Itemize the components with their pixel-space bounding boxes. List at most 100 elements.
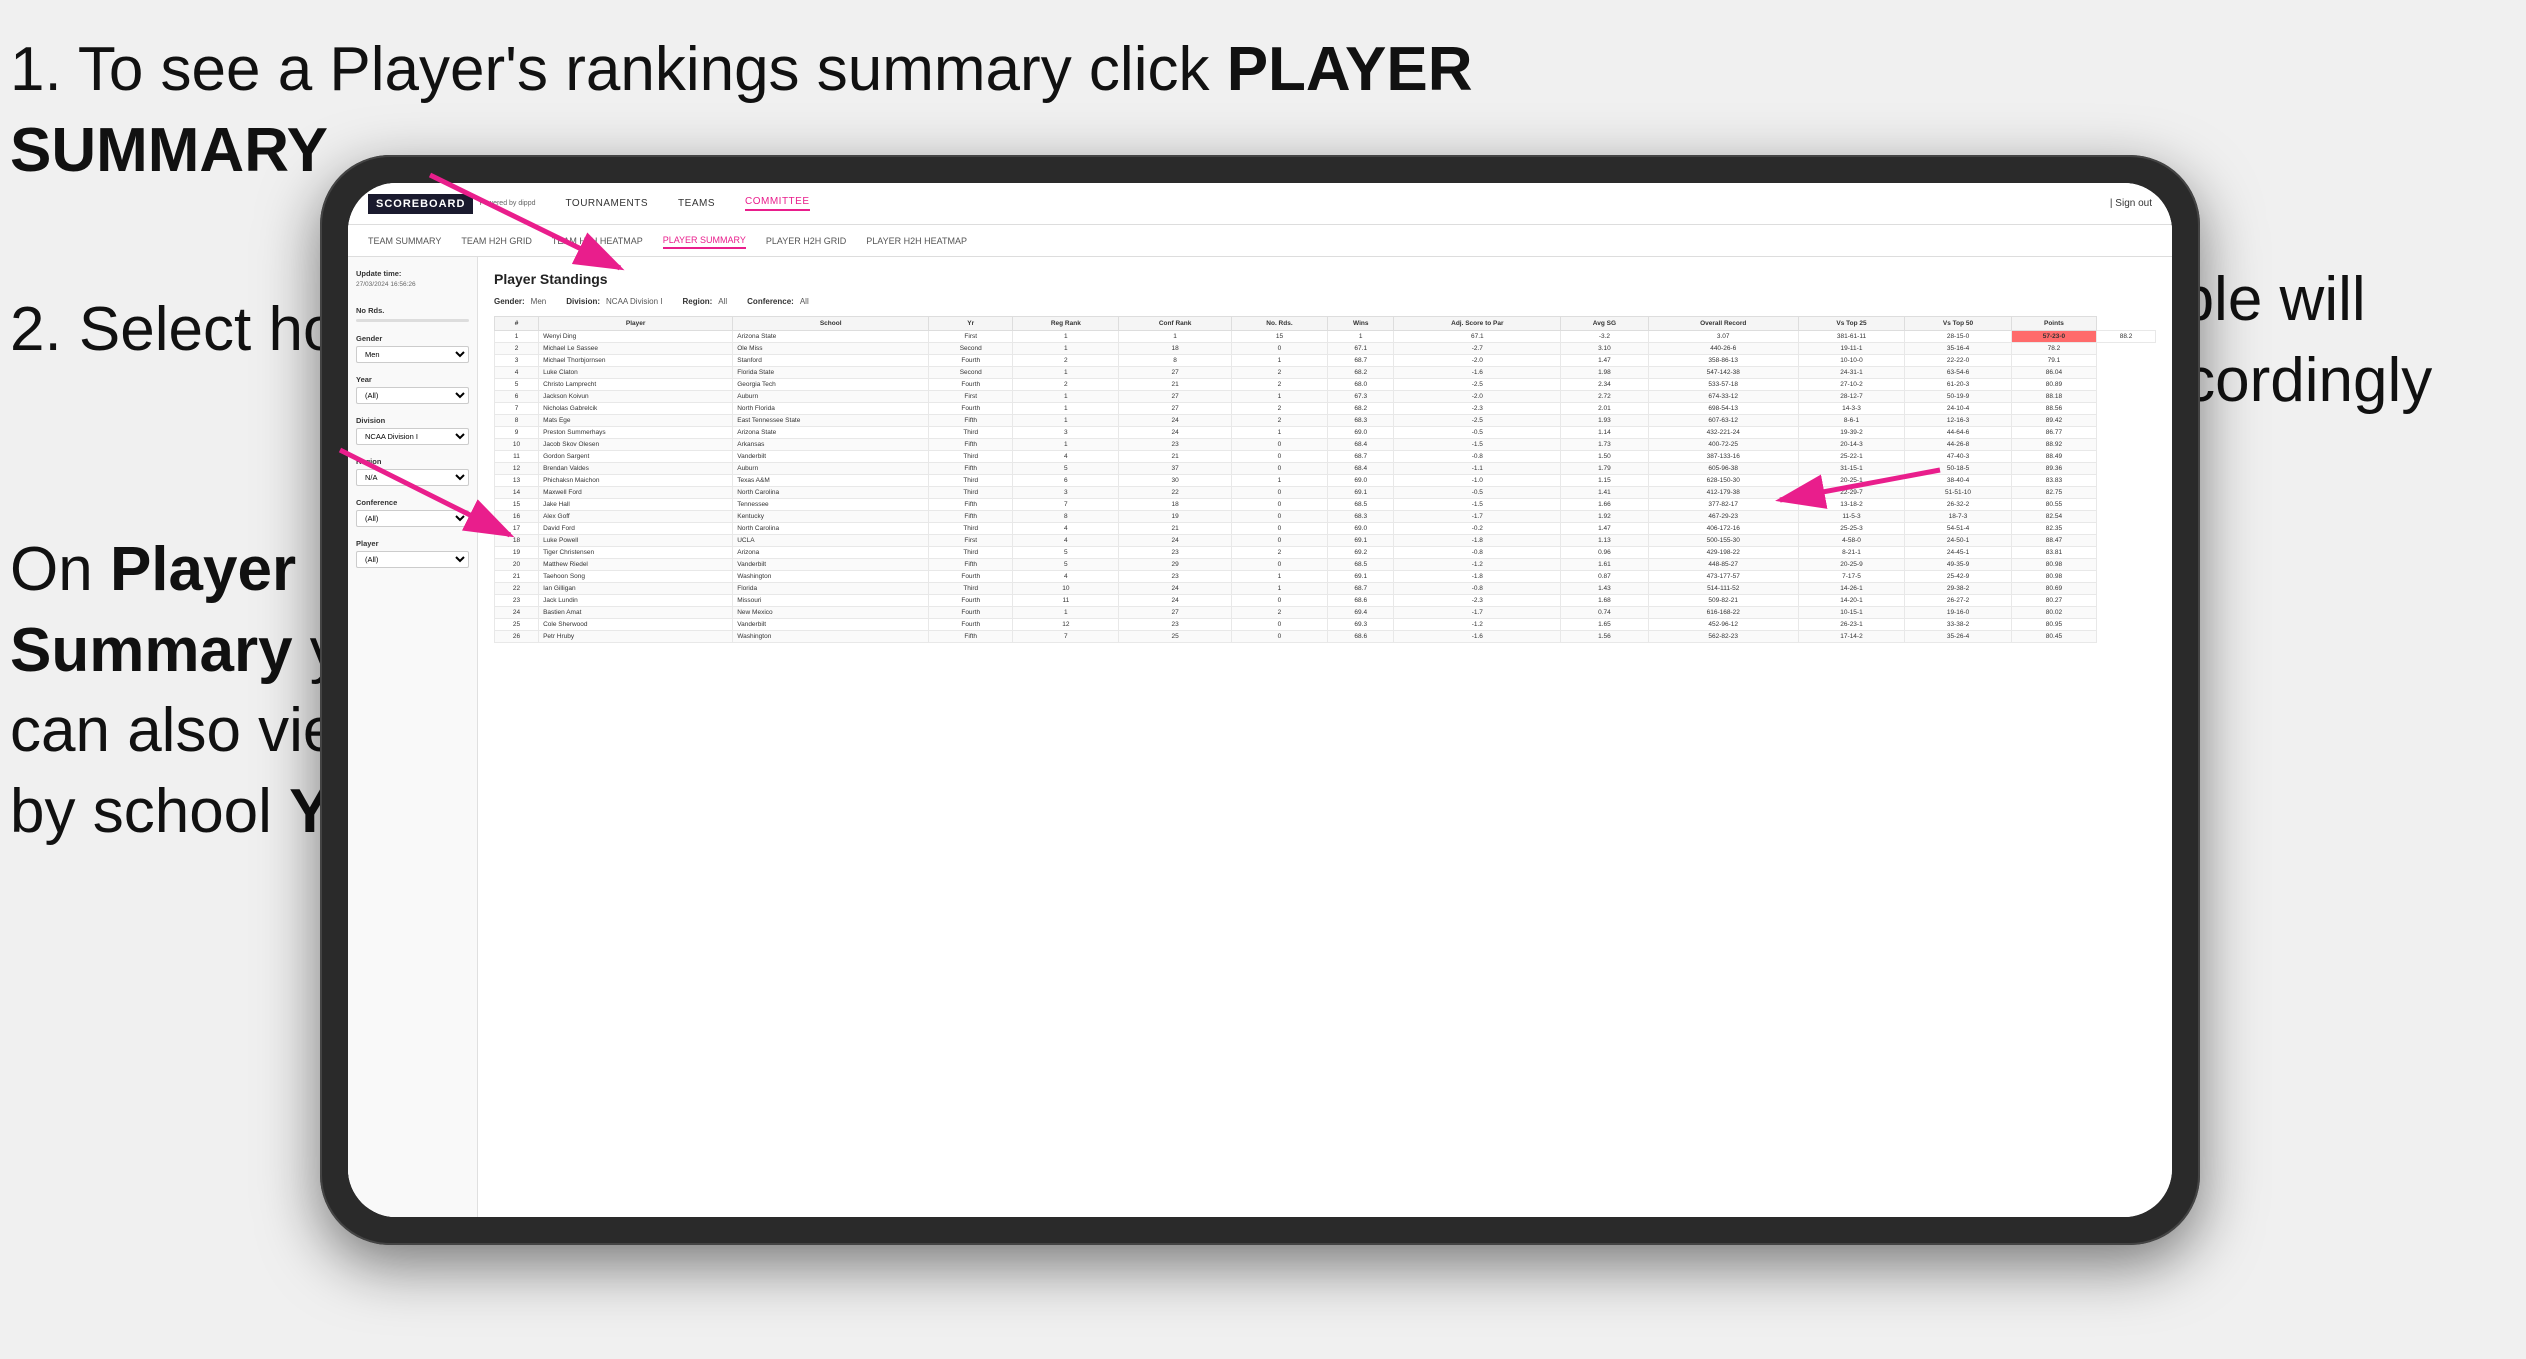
col-no-rds: No. Rds. <box>1231 317 1327 331</box>
tablet-frame: SCOREBOARD Powered by dippd TOURNAMENTS … <box>320 155 2200 1245</box>
filter-division-value: NCAA Division I <box>606 297 662 306</box>
filter-gender-label: Gender: <box>494 297 525 306</box>
table-row: 16Alex GoffKentuckyFifth819068.3-1.71.92… <box>495 511 2156 523</box>
subnav-player-summary[interactable]: PLAYER SUMMARY <box>663 233 746 249</box>
table-row: 19Tiger ChristensenArizonaThird523269.2-… <box>495 547 2156 559</box>
col-wins: Wins <box>1328 317 1394 331</box>
table-row: 3Michael ThorbjornsenStanfordFourth28168… <box>495 355 2156 367</box>
sidebar-player-section: Player (All) <box>356 539 469 568</box>
nav-right: | Sign out <box>2110 198 2152 209</box>
col-school: School <box>733 317 929 331</box>
content-panel: Player Standings Gender: Men Division: N… <box>478 257 2172 1217</box>
col-player: Player <box>539 317 733 331</box>
tablet-screen: SCOREBOARD Powered by dippd TOURNAMENTS … <box>348 183 2172 1217</box>
logo-text: SCOREBOARD <box>376 198 465 210</box>
sidebar-conference-section: Conference (All) <box>356 498 469 527</box>
sidebar-year-section: Year (All) First Second Third Fourth Fif… <box>356 375 469 404</box>
table-row: 17David FordNorth CarolinaThird421069.0-… <box>495 523 2156 535</box>
sub-nav: TEAM SUMMARY TEAM H2H GRID TEAM H2H HEAT… <box>348 225 2172 257</box>
filter-region: Region: All <box>682 297 727 306</box>
col-avg-sg: Avg SG <box>1561 317 1649 331</box>
subnav-team-summary[interactable]: TEAM SUMMARY <box>368 234 441 248</box>
year-select[interactable]: (All) First Second Third Fourth Fifth <box>356 387 469 404</box>
table-row: 20Matthew RiedelVanderbiltFifth529068.5-… <box>495 559 2156 571</box>
filter-region-value: All <box>718 297 727 306</box>
app-container: SCOREBOARD Powered by dippd TOURNAMENTS … <box>348 183 2172 1217</box>
filter-gender: Gender: Men <box>494 297 546 306</box>
table-row: 4Luke ClatonFlorida StateSecond127268.2-… <box>495 367 2156 379</box>
col-reg-rank: Reg Rank <box>1013 317 1119 331</box>
slider-container <box>356 319 469 322</box>
col-vs-top50: Vs Top 50 <box>1905 317 2012 331</box>
table-row: 1Wenyi DingArizona StateFirst1115167.1-3… <box>495 331 2156 343</box>
subnav-player-h2h-grid[interactable]: PLAYER H2H GRID <box>766 234 846 248</box>
table-row: 5Christo LamprechtGeorgia TechFourth2212… <box>495 379 2156 391</box>
col-rank: # <box>495 317 539 331</box>
logo-sub: Powered by dippd <box>479 200 535 207</box>
col-overall: Overall Record <box>1648 317 1798 331</box>
nav-signout[interactable]: | Sign out <box>2110 198 2152 209</box>
table-header-row: # Player School Yr Reg Rank Conf Rank No… <box>495 317 2156 331</box>
table-row: 26Petr HrubyWashingtonFifth725068.6-1.61… <box>495 631 2156 643</box>
instruction-step1-text: 1. To see a Player's rankings summary cl… <box>10 35 1227 104</box>
logo-box: SCOREBOARD <box>368 194 473 214</box>
no-rds-slider[interactable] <box>356 319 469 322</box>
sidebar-update-section: Update time: 27/03/2024 16:56:26 <box>356 269 469 294</box>
table-row: 18Luke PowellUCLAFirst424069.1-1.81.1350… <box>495 535 2156 547</box>
division-label: Division <box>356 416 469 425</box>
table-row: 12Brendan ValdesAuburnFifth537068.4-1.11… <box>495 463 2156 475</box>
sidebar-no-rds-section: No Rds. <box>356 306 469 322</box>
table-row: 8Mats EgeEast Tennessee StateFifth124268… <box>495 415 2156 427</box>
logo-area: SCOREBOARD Powered by dippd <box>368 194 536 214</box>
table-row: 25Cole SherwoodVanderbiltFourth1223069.3… <box>495 619 2156 631</box>
filter-conference: Conference: All <box>747 297 809 306</box>
sidebar-division-section: Division NCAA Division I <box>356 416 469 445</box>
col-adj-score: Adj. Score to Par <box>1394 317 1561 331</box>
division-select[interactable]: NCAA Division I <box>356 428 469 445</box>
player-select[interactable]: (All) <box>356 551 469 568</box>
tablet-body: SCOREBOARD Powered by dippd TOURNAMENTS … <box>320 155 2200 1245</box>
col-yr: Yr <box>929 317 1013 331</box>
update-time: 27/03/2024 16:56:26 <box>356 281 469 288</box>
sidebar-region-section: Region N/A All <box>356 457 469 486</box>
nav-tournaments[interactable]: TOURNAMENTS <box>566 198 649 209</box>
table-row: 22Ian GilliganFloridaThird1024168.7-0.81… <box>495 583 2156 595</box>
table-row: 6Jackson KoivunAuburnFirst127167.3-2.02.… <box>495 391 2156 403</box>
filter-conference-label: Conference: <box>747 297 794 306</box>
sidebar: Update time: 27/03/2024 16:56:26 No Rds.… <box>348 257 478 1217</box>
table-row: 23Jack LundinMissouriFourth1124068.6-2.3… <box>495 595 2156 607</box>
subnav-team-h2h-heatmap[interactable]: TEAM H2H HEATMAP <box>552 234 643 248</box>
filter-region-label: Region: <box>682 297 712 306</box>
nav-committee[interactable]: COMMITTEE <box>745 196 810 211</box>
nav-teams[interactable]: TEAMS <box>678 198 715 209</box>
table-row: 24Bastien AmatNew MexicoFourth127269.4-1… <box>495 607 2156 619</box>
table-row: 15Jake HallTennesseeFifth718068.5-1.51.6… <box>495 499 2156 511</box>
table-row: 13Phichaksn MaichonTexas A&MThird630169.… <box>495 475 2156 487</box>
standings-table: # Player School Yr Reg Rank Conf Rank No… <box>494 316 2156 643</box>
sidebar-gender-section: Gender Men <box>356 334 469 363</box>
no-rds-label: No Rds. <box>356 306 469 315</box>
table-row: 10Jacob Skov OlesenArkansasFifth123068.4… <box>495 439 2156 451</box>
table-row: 9Preston SummerhaysArizona StateThird324… <box>495 427 2156 439</box>
col-points: Points <box>2011 317 2096 331</box>
col-vs-top25: Vs Top 25 <box>1798 317 1905 331</box>
filter-division-label: Division: <box>566 297 600 306</box>
conference-select[interactable]: (All) <box>356 510 469 527</box>
panel-title: Player Standings <box>494 271 2156 287</box>
player-summary-bold: PlayerSummary <box>10 535 296 685</box>
subnav-player-h2h-heatmap[interactable]: PLAYER H2H HEATMAP <box>866 234 967 248</box>
filter-conference-value: All <box>800 297 809 306</box>
col-conf-rank: Conf Rank <box>1119 317 1232 331</box>
filter-gender-value: Men <box>531 297 547 306</box>
main-content: Update time: 27/03/2024 16:56:26 No Rds.… <box>348 257 2172 1217</box>
table-row: 21Taehoon SongWashingtonFourth423169.1-1… <box>495 571 2156 583</box>
table-row: 7Nicholas GabrelcikNorth FloridaFourth12… <box>495 403 2156 415</box>
table-row: 14Maxwell FordNorth CarolinaThird322069.… <box>495 487 2156 499</box>
region-select[interactable]: N/A All <box>356 469 469 486</box>
gender-select[interactable]: Men <box>356 346 469 363</box>
filter-division: Division: NCAA Division I <box>566 297 662 306</box>
filter-row: Gender: Men Division: NCAA Division I Re… <box>494 297 2156 306</box>
gender-label: Gender <box>356 334 469 343</box>
subnav-team-h2h-grid[interactable]: TEAM H2H GRID <box>461 234 532 248</box>
table-row: 2Michael Le SasseeOle MissSecond118067.1… <box>495 343 2156 355</box>
